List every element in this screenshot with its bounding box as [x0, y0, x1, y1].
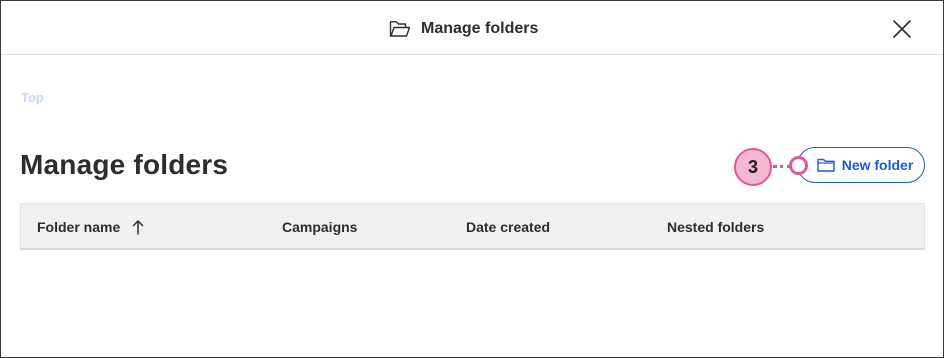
close-icon[interactable]: [891, 18, 913, 40]
breadcrumb: Top: [21, 90, 44, 105]
column-header-folder-name[interactable]: Folder name: [37, 219, 144, 235]
column-header-date-created[interactable]: Date created: [466, 219, 550, 235]
new-folder-label: New folder: [841, 157, 914, 173]
callout-target-dot: [789, 156, 808, 175]
close-button[interactable]: [891, 18, 913, 40]
folder-open-icon: [389, 20, 411, 38]
column-label-folder-name: Folder name: [37, 219, 121, 235]
step-callout-badge: 3: [734, 148, 772, 186]
arrow-up-icon[interactable]: [132, 219, 144, 235]
modal-title-group: Manage folders: [389, 17, 538, 41]
modal-title: Manage folders: [421, 20, 539, 37]
modal-header: Manage folders: [1, 1, 943, 55]
column-header-campaigns[interactable]: Campaigns: [282, 219, 357, 235]
step-callout-number: 3: [747, 156, 758, 177]
column-header-nested-folders[interactable]: Nested folders: [667, 219, 764, 235]
breadcrumb-item-top[interactable]: Top: [21, 90, 44, 105]
manage-folders-modal: Manage folders Top Manage folders 3 New …: [0, 0, 944, 358]
page-title: Manage folders: [20, 149, 229, 180]
folder-icon: [817, 158, 835, 172]
new-folder-button[interactable]: New folder: [797, 147, 925, 183]
folders-table-header: Folder name Campaigns Date created Neste…: [20, 203, 925, 250]
